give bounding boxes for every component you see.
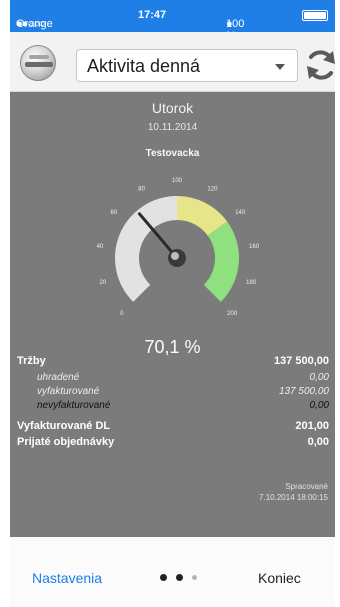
gauge-tick-label: 0 [120,311,124,317]
summary-value: 137 500,00 [278,386,329,397]
page-dot[interactable] [160,574,167,581]
gauge-tick-label: 160 [249,244,260,250]
sales-gauge: 0 20 40 60 80 100 120 140 160 180 200 [97,178,260,317]
store-name: Testovacka [145,148,200,159]
battery-icon [302,10,328,21]
summary-row: Prijaté objednávky 0,00 [10,436,335,452]
bottom-bar: Nastavenia Koniec [10,537,335,607]
summary-label: Prijaté objednávky [17,436,115,448]
refresh-icon[interactable] [304,46,338,84]
summary-row: Tržby 137 500,00 [10,355,335,371]
exit-button[interactable]: Koniec [258,570,301,586]
report-type-dropdown[interactable]: Aktivita denná [76,49,298,82]
summary-label: uhradené [37,372,80,383]
gauge-tick-label: 20 [99,280,106,286]
summary-label: nevyfakturované [37,400,111,411]
settings-button[interactable]: Nastavenia [32,570,102,586]
gauge-tick-label: 120 [207,187,218,193]
processed-label: Spracované [285,482,328,491]
gauge-tick-label: 100 [172,178,183,184]
summary-label: Tržby [17,355,46,367]
summary-label: Vyfakturované DL [17,420,111,432]
report-day: Utorok [151,100,194,116]
gauge-tick-label: 80 [138,187,145,193]
gauge-tick-label: 180 [246,280,257,286]
page-dot[interactable] [192,575,197,580]
summary-value: 137 500,00 [273,355,329,367]
status-time: 17:47 [138,9,167,21]
page-indicator[interactable] [160,574,210,584]
gauge-tick-label: 140 [235,210,246,216]
summary-value: 0,00 [309,400,329,411]
report-date: 10.11.2014 [147,122,198,133]
page-dot[interactable] [176,574,183,581]
summary-value: 0,00 [309,372,329,383]
summary-row: Vyfakturované DL 201,00 [10,420,335,436]
gauge-hub-highlight [171,252,179,260]
status-bar: ●●○○○Orange ≈ 17:47 ● 100 % [10,0,335,42]
company-logo [20,45,56,81]
summary-value: 0,00 [307,436,329,448]
summary-label: vyfakturované [37,386,100,397]
summary-value: 201,00 [295,420,329,432]
processed-timestamp: Spracované 7.10.2014 18:00:15 [10,481,328,503]
gauge-tick-label: 200 [227,311,238,317]
gauge-tick-label: 40 [97,244,104,250]
report-panel: Utorok 10.11.2014 Testovacka 0 20 40 60 80 10… [10,92,335,537]
processed-time: 7.10.2014 18:00:15 [259,493,328,502]
summary-row: nevyfakturované 0,00 [10,400,335,416]
toolbar: Aktivita denná [10,32,335,92]
dropdown-value: Aktivita denná [87,56,201,76]
wifi-icon: ≈ [16,18,23,30]
gauge-tick-label: 60 [111,210,118,216]
chevron-down-icon [275,64,285,70]
